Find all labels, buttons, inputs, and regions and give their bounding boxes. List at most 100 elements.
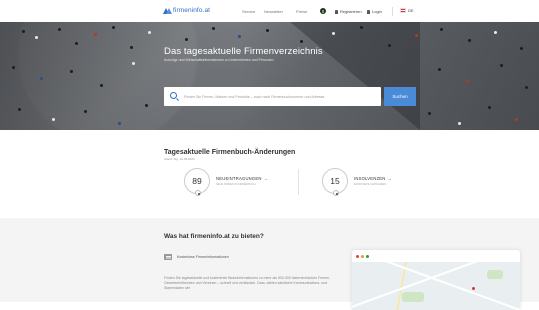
register-label: Registrieren — [340, 9, 362, 14]
crowd-dot — [18, 108, 21, 111]
window-close-dot — [356, 255, 359, 258]
nav-newsletter[interactable]: Newsletter — [264, 9, 283, 14]
logo-text: firmeninfo.at — [173, 7, 211, 14]
crowd-dot — [266, 29, 269, 32]
browser-toolbar — [352, 250, 520, 262]
crowd-dot — [500, 64, 503, 67]
crowd-dot — [148, 31, 151, 34]
crowd-dot — [212, 27, 215, 30]
stat-description: ERÖFFNETE VERFAHREN — [354, 182, 387, 186]
crowd-dot — [440, 28, 443, 31]
crowd-dot — [388, 44, 391, 47]
stat-text: NEUEINTRAGUNGEN → NEUE FIRMEN IM FIRMENB… — [216, 176, 268, 186]
stat-label: INSOLVENZEN → — [354, 176, 392, 181]
feature-description: Finden Sie tagesaktuelle und kostenfreie… — [164, 276, 330, 290]
stat-label-text: NEUEINTRAGUNGEN — [216, 176, 262, 182]
window-maximize-dot — [366, 255, 369, 258]
crowd-dot — [12, 66, 15, 69]
header-divider — [392, 7, 393, 16]
login-label: Login — [372, 9, 382, 14]
logo-icon — [163, 7, 172, 14]
crowd-dot — [40, 77, 43, 80]
features-title: Was hat firmeninfo.at zu bieten? — [164, 233, 264, 240]
top-header: firmeninfo.at Service Newsletter Preise … — [0, 0, 539, 22]
search-icon — [170, 92, 177, 99]
language-label: DE — [408, 8, 414, 13]
crowd-dot — [300, 40, 303, 43]
crowd-dot — [458, 122, 461, 125]
stat-count: 89 — [192, 176, 202, 186]
map-park — [487, 270, 503, 279]
stat-count-circle: 15 — [322, 168, 348, 196]
crowd-dot — [58, 28, 61, 31]
hero-overlay — [0, 22, 539, 130]
arrow-right-icon: → — [387, 176, 393, 182]
window-minimize-dot — [361, 255, 364, 258]
hero-subtitle: Auszüge und Wirtschaftsinformationen zu … — [164, 58, 274, 62]
search-input[interactable] — [184, 92, 374, 101]
user-icon — [335, 9, 338, 14]
new-registrations-stat[interactable]: 89 NEUEINTRAGUNGEN → NEUE FIRMEN IM FIRM… — [184, 168, 268, 196]
register-link[interactable]: Registrieren — [335, 9, 362, 14]
hero-banner: Das tagesaktuelle Firmenverzeichnis Ausz… — [0, 22, 539, 130]
crowd-dot — [94, 33, 97, 36]
stat-count: 15 — [330, 176, 340, 186]
arrow-right-icon: → — [263, 176, 269, 182]
register-book-icon — [195, 190, 201, 196]
austria-flag-icon — [400, 8, 406, 13]
crowd-dot — [428, 112, 431, 115]
map-park — [402, 292, 424, 302]
crowd-dot — [70, 70, 73, 73]
map-pin-icon — [472, 287, 475, 290]
crowd-dot — [360, 26, 363, 29]
changes-title: Tagesaktuelle Firmenbuch-Änderungen — [164, 149, 296, 156]
search-button[interactable]: Suchen — [384, 87, 416, 106]
login-link[interactable]: Login — [367, 9, 382, 14]
crowd-dot — [112, 26, 115, 29]
crowd-dot — [185, 38, 188, 41]
feature-name: Kostenlose Firmeninformationen — [177, 255, 229, 259]
stat-label-text: INSOLVENZEN — [354, 176, 386, 182]
stat-text: INSOLVENZEN → ERÖFFNETE VERFAHREN — [354, 176, 392, 186]
hero-title: Das tagesaktuelle Firmenverzeichnis — [164, 46, 323, 57]
crowd-dot — [415, 34, 418, 37]
stat-count-circle: 89 — [184, 168, 210, 196]
lock-icon — [367, 9, 370, 14]
stat-description: NEUE FIRMEN IM FIRMENBUCH — [216, 182, 256, 186]
map-preview — [352, 262, 520, 310]
nav-service[interactable]: Service — [242, 9, 255, 14]
hero-shadow-decoration — [290, 22, 420, 130]
crowd-dot — [494, 31, 497, 34]
crowd-dot — [84, 110, 87, 113]
crowd-dot — [520, 47, 523, 50]
changes-date: Stand: Stg. 29.03.2024 — [164, 157, 195, 161]
insolvency-icon — [333, 190, 339, 196]
language-selector[interactable]: DE — [400, 8, 414, 13]
stat-label: NEUEINTRAGUNGEN → — [216, 176, 268, 181]
crowd-dot — [488, 106, 491, 109]
search-box[interactable] — [164, 87, 381, 106]
crowd-dot — [145, 104, 148, 107]
document-icon — [164, 254, 172, 260]
crowd-dot — [118, 122, 121, 125]
stat-divider — [298, 169, 299, 195]
insolvencies-stat[interactable]: 15 INSOLVENZEN → ERÖFFNETE VERFAHREN — [322, 168, 392, 196]
site-logo[interactable]: firmeninfo.at — [163, 7, 210, 14]
crowd-dot — [130, 46, 133, 49]
crowd-dot — [332, 32, 335, 35]
crowd-dot — [515, 118, 518, 121]
crowd-dot — [100, 84, 103, 87]
browser-mockup — [352, 250, 520, 310]
crowd-dot — [438, 68, 441, 71]
nav-pricing[interactable]: Preise — [296, 9, 307, 14]
crowd-dot — [52, 118, 55, 121]
crowd-dot — [468, 39, 471, 42]
crowd-dot — [525, 86, 528, 89]
crowd-dot — [22, 30, 25, 33]
crowd-dot — [238, 35, 241, 38]
crowd-dot — [75, 42, 78, 45]
crowd-dot — [132, 62, 135, 65]
crowd-dot — [466, 80, 469, 83]
crowd-dot — [35, 36, 38, 39]
account-status-icon[interactable] — [320, 8, 326, 14]
